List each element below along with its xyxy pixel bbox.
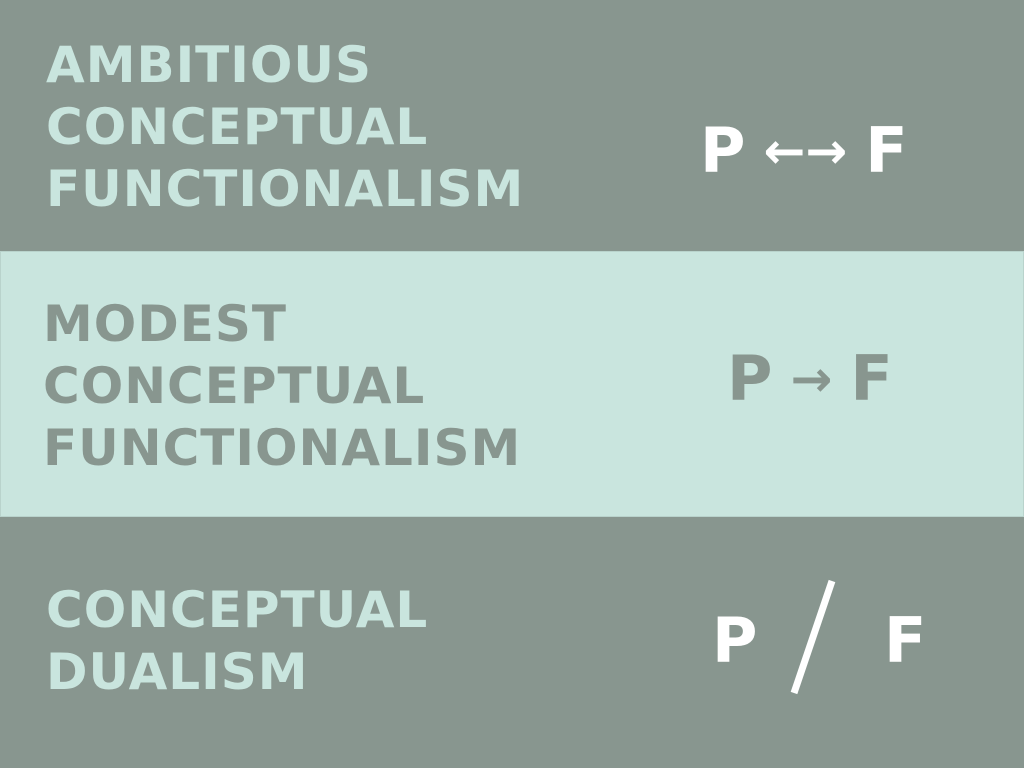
formula-f: F xyxy=(884,604,927,677)
label-line: CONCEPTUAL xyxy=(43,357,426,415)
formula-p: P xyxy=(712,604,758,677)
formula-p: P xyxy=(700,114,746,187)
formula-f: F xyxy=(850,342,893,415)
slash-separator-icon xyxy=(790,579,836,695)
row-label: MODEST CONCEPTUAL FUNCTIONALISM xyxy=(43,293,521,479)
formula-f: F xyxy=(865,114,908,187)
right-arrow-icon: → xyxy=(790,350,833,408)
double-arrow-icon: ←→ xyxy=(763,122,848,180)
label-line: FUNCTIONALISM xyxy=(43,419,522,477)
label-line: DUALISM xyxy=(46,643,309,701)
label-line: MODEST xyxy=(43,295,288,353)
slide: AMBITIOUS CONCEPTUAL FUNCTIONALISM P ←→ F … xyxy=(0,0,1024,768)
row-label: CONCEPTUAL DUALISM xyxy=(46,579,428,703)
formula-conditional: P → F xyxy=(727,348,893,410)
row-ambitious-conceptual-functionalism: AMBITIOUS CONCEPTUAL FUNCTIONALISM P ←→ F xyxy=(0,0,1024,251)
row-conceptual-dualism: CONCEPTUAL DUALISM P F xyxy=(0,517,1024,768)
formula-biconditional: P ←→ F xyxy=(700,120,908,182)
row-modest-conceptual-functionalism: MODEST CONCEPTUAL FUNCTIONALISM P → F xyxy=(0,251,1024,517)
label-line: AMBITIOUS xyxy=(46,36,372,94)
row-label: AMBITIOUS CONCEPTUAL FUNCTIONALISM xyxy=(46,34,524,220)
label-line: CONCEPTUAL xyxy=(46,98,429,156)
formula-p: P xyxy=(727,342,773,415)
label-line: FUNCTIONALISM xyxy=(46,160,525,218)
label-line: CONCEPTUAL xyxy=(46,581,429,639)
